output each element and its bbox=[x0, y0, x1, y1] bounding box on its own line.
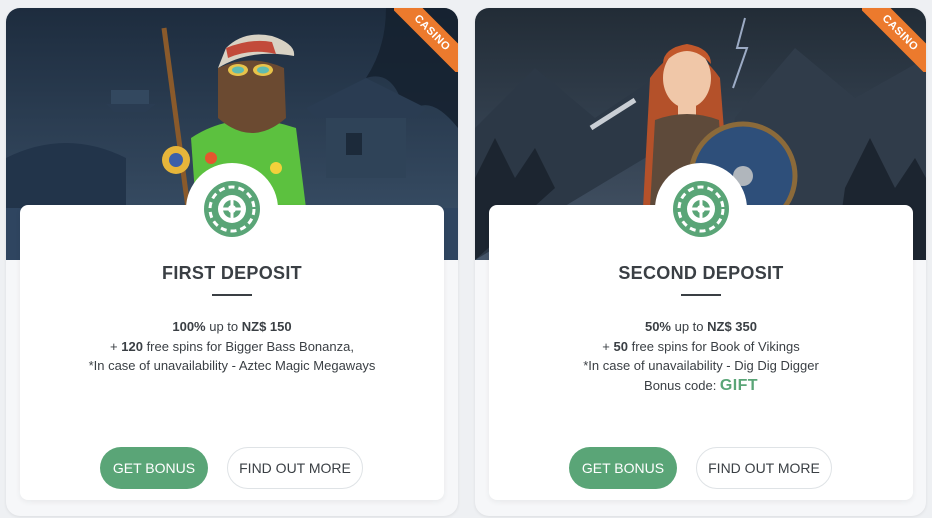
free-spins-count: 50 bbox=[613, 338, 628, 354]
casino-ribbon-label: CASINO bbox=[862, 8, 926, 72]
bonus-amount: NZ$ 150 bbox=[241, 319, 292, 334]
free-spins-line: + 120 free spins for Bigger Bass Bonanza… bbox=[20, 337, 444, 357]
free-spins-line: + 50 free spins for Book of Vikings bbox=[489, 337, 913, 357]
bonus-percent: 100% bbox=[172, 319, 206, 334]
bonus-amount: NZ$ 350 bbox=[707, 319, 758, 334]
casino-ribbon-label: CASINO bbox=[394, 8, 458, 72]
bonus-offer-line: 50% up to NZ$ 350 bbox=[489, 317, 913, 337]
free-spins-game: free spins for Book of Vikings bbox=[627, 338, 800, 354]
title-divider bbox=[681, 294, 721, 296]
free-spins-count: 120 bbox=[121, 338, 143, 354]
unavailability-note: *In case of unavailability - Dig Dig Dig… bbox=[583, 358, 819, 373]
casino-ribbon: CASINO bbox=[394, 8, 458, 72]
bonus-description: 100% up to NZ$ 150 + 120 free spins for … bbox=[20, 317, 444, 376]
title-divider bbox=[212, 294, 252, 296]
free-spins-prefix: + bbox=[602, 338, 614, 354]
bonus-card-first-deposit: CASINO FIRST DEPOSIT 100% up to NZ$ 150 … bbox=[6, 8, 458, 516]
bonus-code-line: Bonus code: GIFT bbox=[489, 376, 913, 396]
bonus-up-to: up to bbox=[205, 319, 242, 334]
find-out-more-button[interactable]: FIND OUT MORE bbox=[227, 447, 363, 489]
bonus-code-value: GIFT bbox=[719, 376, 758, 394]
bonus-code-label: Bonus code: bbox=[644, 377, 720, 393]
bonus-percent: 50% bbox=[644, 319, 671, 334]
bonus-title: FIRST DEPOSIT bbox=[162, 263, 302, 283]
bonus-card-second-deposit: CASINO SECOND DEPOSIT 50% up to NZ$ 350 … bbox=[475, 8, 926, 516]
roulette-icon bbox=[186, 163, 278, 255]
bonus-offer-line: 100% up to NZ$ 150 bbox=[20, 317, 444, 337]
find-out-more-button[interactable]: FIND OUT MORE bbox=[696, 447, 832, 489]
roulette-icon bbox=[654, 163, 747, 255]
casino-ribbon: CASINO bbox=[862, 8, 926, 72]
get-bonus-button[interactable]: GET BONUS bbox=[569, 447, 677, 489]
free-spins-game: free spins for Bigger Bass Bonanza, bbox=[142, 338, 354, 354]
free-spins-prefix: + bbox=[110, 338, 122, 354]
get-bonus-button[interactable]: GET BONUS bbox=[100, 447, 208, 489]
unavailability-note: *In case of unavailability - Aztec Magic… bbox=[88, 358, 376, 373]
bonus-up-to: up to bbox=[671, 319, 708, 334]
bonus-description: 50% up to NZ$ 350 + 50 free spins for Bo… bbox=[489, 317, 913, 395]
bonus-title: SECOND DEPOSIT bbox=[618, 263, 784, 283]
